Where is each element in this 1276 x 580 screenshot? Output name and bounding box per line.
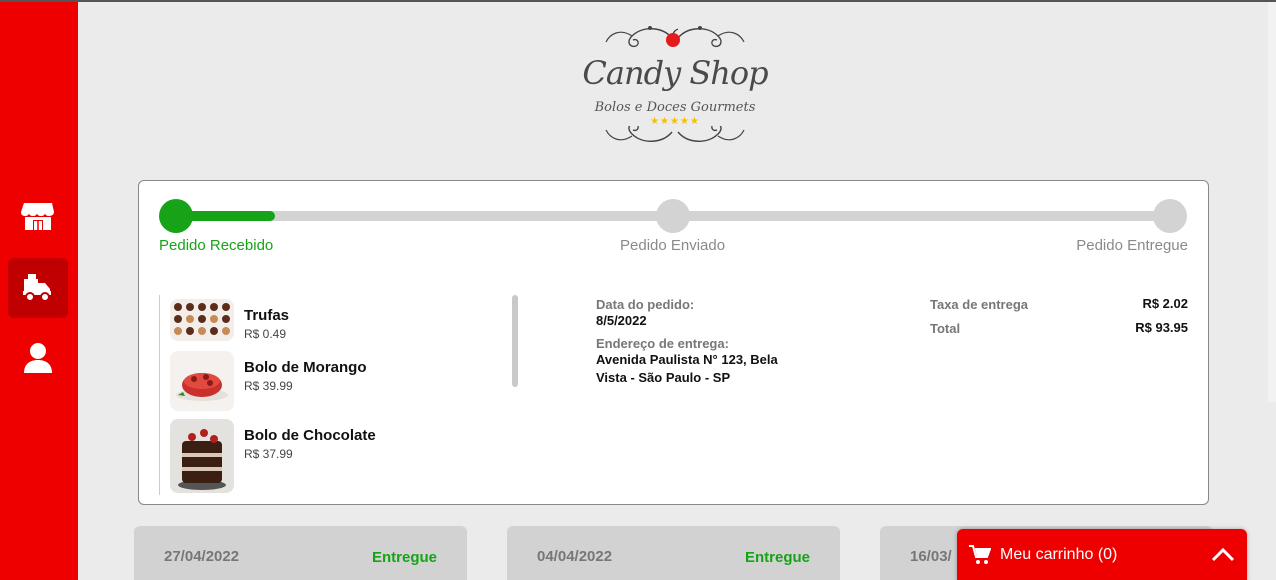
order-totals: Taxa de entrega R$ 2.02 Total R$ 93.95	[930, 296, 1188, 345]
past-order-date: 16/03/	[910, 548, 952, 565]
item-name: Bolo de Chocolate	[244, 427, 376, 444]
step-label-sent: Pedido Enviado	[620, 237, 726, 254]
delivery-fee-label: Taxa de entrega	[930, 297, 1029, 312]
order-card: Pedido Recebido Pedido Enviado Pedido En…	[138, 180, 1209, 505]
sidebar-item-store[interactable]	[8, 186, 68, 246]
cart-label: Meu carrinho (0)	[1000, 546, 1118, 563]
past-order-card[interactable]: 27/04/2022 Entregue	[134, 526, 467, 580]
address-value: Avenida Paulista N° 123, Bela Vista - Sã…	[596, 352, 778, 385]
step-label-received: Pedido Recebido	[159, 237, 274, 254]
item-price: R$ 37.99	[244, 447, 293, 461]
past-order-date: 27/04/2022	[164, 548, 240, 565]
items-scrollbar[interactable]	[512, 295, 518, 387]
step-label-delivered: Pedido Entregue	[1076, 237, 1188, 254]
past-order-date: 04/04/2022	[537, 548, 613, 565]
brand-name: Candy Shop	[582, 54, 768, 92]
delivery-fee-value: R$ 2.02	[1142, 296, 1188, 311]
total-value: R$ 93.95	[1135, 320, 1188, 335]
sidebar	[0, 2, 78, 580]
sidebar-item-profile[interactable]	[8, 328, 68, 388]
order-date-label: Data do pedido:	[596, 297, 695, 312]
shopping-cart-icon	[969, 545, 991, 564]
past-order-status: Entregue	[744, 549, 810, 566]
address-label: Endereço de entrega:	[596, 336, 729, 351]
item-name: Trufas	[244, 307, 290, 324]
cherry-icon	[666, 28, 680, 47]
past-order-card[interactable]: 04/04/2022 Entregue	[507, 526, 840, 580]
step-dot-delivered	[1153, 199, 1187, 233]
total-label: Total	[930, 321, 961, 336]
item-price: R$ 39.99	[244, 379, 293, 393]
page-scrollbar-track[interactable]	[1268, 2, 1276, 402]
delivery-truck-icon	[23, 274, 51, 302]
cart-bar[interactable]: Meu carrinho (0)	[957, 529, 1247, 580]
list-item: Bolo de Morango R$ 39.99	[170, 351, 510, 415]
step-dot-sent	[656, 199, 690, 233]
brand-logo: Candy Shop Bolos e Doces Gourmets ★★★★★	[580, 16, 770, 162]
past-order-status: Entregue	[371, 549, 437, 566]
store-icon	[21, 203, 54, 230]
item-name: Bolo de Morango	[244, 359, 367, 376]
chevron-up-icon[interactable]	[1211, 546, 1235, 562]
brand-tagline: Bolos e Doces Gourmets	[594, 100, 756, 115]
order-info: Data do pedido: 8/5/2022 Endereço de ent…	[596, 297, 816, 387]
sidebar-item-orders[interactable]	[8, 258, 68, 318]
order-items-list[interactable]: Trufas R$ 0.49 Bolo de Morango R$ 39.99	[159, 295, 519, 495]
truffles-image	[170, 299, 234, 341]
user-icon	[24, 343, 52, 373]
step-dot-received	[159, 199, 193, 233]
order-date-value: 8/5/2022	[596, 313, 647, 328]
strawberry-cake-image	[170, 351, 234, 411]
item-price: R$ 0.49	[244, 327, 287, 341]
ornament-bottom-icon	[605, 126, 745, 142]
list-item: Bolo de Chocolate R$ 37.99	[170, 419, 510, 495]
chocolate-cake-image	[170, 419, 234, 493]
